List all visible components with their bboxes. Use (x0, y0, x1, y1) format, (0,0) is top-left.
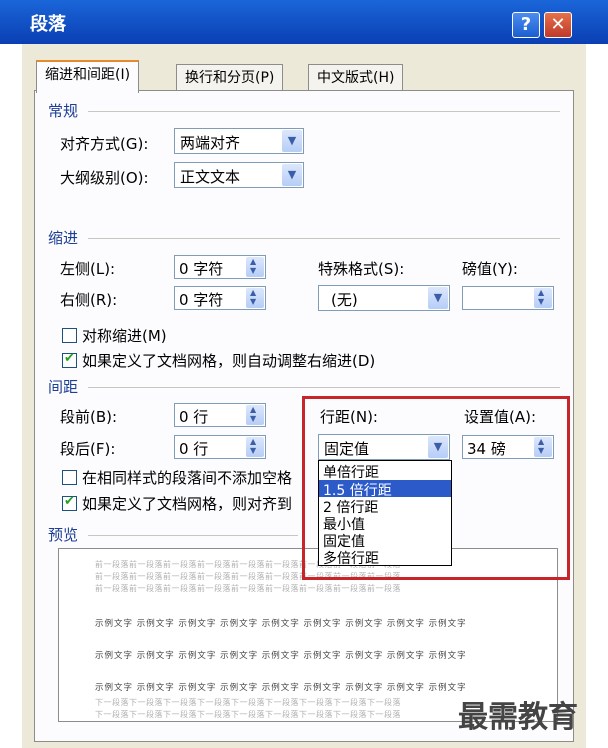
right-indent-value: 0 字符 (179, 291, 224, 309)
divider (88, 238, 560, 239)
alignment-select[interactable]: 两端对齐 ▼ (174, 128, 304, 154)
spin-arrows-icon[interactable]: ▲ ▼ (246, 405, 264, 425)
snap-to-grid-label: 如果定义了文档网格，则对齐到 (82, 495, 293, 513)
no-space-same-style-checkbox[interactable] (62, 470, 77, 485)
checkmark-icon: ✔ (64, 351, 75, 366)
spin-arrows-icon[interactable]: ▲ ▼ (246, 257, 264, 277)
space-before-label: 段前(B): (60, 408, 118, 426)
spin-arrows-icon[interactable]: ▲ ▼ (246, 288, 264, 308)
spin-arrows-icon[interactable]: ▲ ▼ (534, 288, 552, 308)
chevron-down-icon[interactable]: ▼ (282, 130, 302, 152)
watermark: 最需教育 (458, 700, 578, 735)
line-spacing-options-list[interactable]: 单倍行距 1.5 倍行距 2 倍行距 最小值 固定值 多倍行距 (318, 460, 452, 568)
snap-to-grid-checkbox[interactable]: ✔ (62, 494, 77, 511)
tab-line-page-breaks[interactable]: 换行和分页(P) (176, 64, 284, 91)
general-heading: 常规 (48, 102, 79, 120)
preview-previous-paragraph: 前一段落前一段落前一段落前一段落前一段落前一段落前一段落前一段落前一段落 (95, 584, 401, 593)
special-indent-value: (无) (331, 291, 358, 309)
preview-sample-text: 示例文字 示例文字 示例文字 示例文字 示例文字 示例文字 示例文字 示例文字 … (95, 651, 467, 661)
help-button[interactable]: ? (512, 12, 540, 38)
space-after-value: 0 行 (179, 440, 209, 458)
indent-heading: 缩进 (48, 229, 79, 247)
space-before-spinner[interactable]: 0 行 ▲ ▼ (174, 403, 266, 427)
left-indent-label: 左侧(L): (60, 260, 116, 278)
close-button[interactable]: ✕ (544, 12, 572, 38)
right-indent-label: 右侧(R): (60, 291, 118, 309)
preview-sample-text: 示例文字 示例文字 示例文字 示例文字 示例文字 示例文字 示例文字 示例文字 … (95, 619, 467, 629)
auto-adjust-indent-label: 如果定义了文档网格，则自动调整右缩进(D) (82, 352, 376, 370)
divider (88, 111, 560, 112)
space-after-spinner[interactable]: 0 行 ▲ ▼ (174, 435, 266, 459)
preview-heading: 预览 (48, 526, 79, 544)
divider (88, 387, 560, 388)
tab-asian-typography[interactable]: 中文版式(H) (308, 64, 404, 91)
space-before-value: 0 行 (179, 408, 209, 426)
outline-level-label: 大纲级别(O): (60, 169, 149, 187)
option-multiple[interactable]: 多倍行距 (323, 548, 379, 568)
title-bar: 段落 ? ✕ (0, 0, 608, 44)
special-indent-select[interactable]: (无) ▼ (318, 285, 450, 311)
left-indent-value: 0 字符 (179, 260, 224, 278)
auto-adjust-indent-checkbox[interactable]: ✔ (62, 351, 77, 368)
dialog-title: 段落 (30, 14, 66, 35)
preview-sample-text: 示例文字 示例文字 示例文字 示例文字 示例文字 示例文字 示例文字 示例文字 … (95, 683, 467, 693)
alignment-label: 对齐方式(G): (60, 135, 149, 153)
by-spinner[interactable]: ▲ ▼ (462, 286, 554, 310)
no-space-same-style-label: 在相同样式的段落间不添加空格 (82, 469, 293, 487)
spacing-heading: 间距 (48, 378, 79, 396)
mirror-indent-checkbox[interactable] (62, 328, 77, 343)
alignment-value: 两端对齐 (180, 134, 241, 152)
chevron-down-icon[interactable]: ▼ (282, 164, 302, 186)
preview-next-paragraph: 下一段落下一段落下一段落下一段落下一段落下一段落下一段落下一段落下一段落 (95, 710, 401, 719)
special-indent-label: 特殊格式(S): (318, 260, 405, 278)
mirror-indent-label: 对称缩进(M) (82, 327, 167, 345)
preview-next-paragraph: 下一段落下一段落下一段落下一段落下一段落下一段落下一段落下一段落下一段落 (95, 698, 401, 707)
chevron-down-icon[interactable]: ▼ (428, 287, 448, 309)
option-single[interactable]: 单倍行距 (323, 462, 379, 482)
divider (88, 535, 298, 536)
outline-level-value: 正文文本 (180, 168, 241, 186)
spin-arrows-icon[interactable]: ▲ ▼ (246, 437, 264, 457)
tab-indents-spacing[interactable]: 缩进和间距(I) (36, 60, 140, 93)
outline-level-select[interactable]: 正文文本 ▼ (174, 162, 304, 188)
checkmark-icon: ✔ (64, 494, 75, 509)
space-after-label: 段后(F): (60, 440, 116, 458)
left-indent-spinner[interactable]: 0 字符 ▲ ▼ (174, 255, 266, 279)
right-indent-spinner[interactable]: 0 字符 ▲ ▼ (174, 286, 266, 310)
by-label: 磅值(Y): (462, 260, 518, 278)
